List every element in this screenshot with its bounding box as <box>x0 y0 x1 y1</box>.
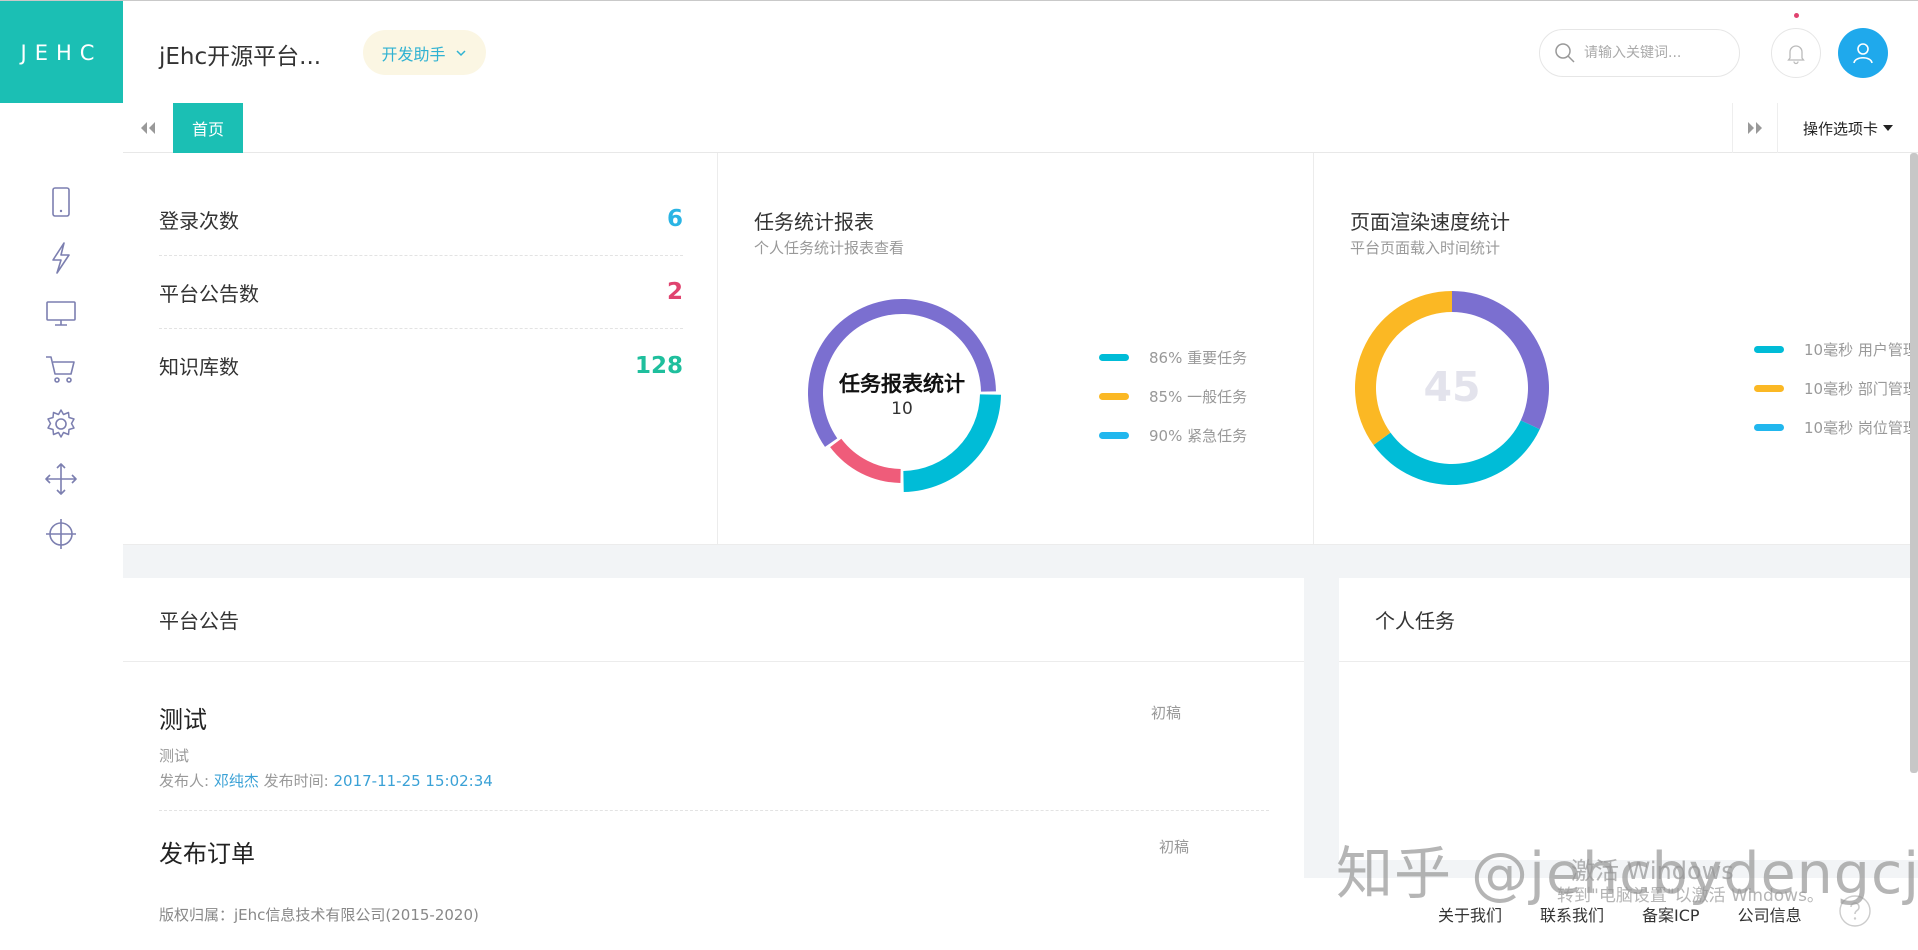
legend-text: 85% 一般任务 <box>1149 388 1248 406</box>
double-chevron-left-icon <box>141 122 155 134</box>
card-title: 任务统计报表 <box>754 210 874 234</box>
cart-icon[interactable] <box>42 350 80 388</box>
copyright-text: 版权归属：jEhc信息技术有限公司(2015-2020) <box>159 906 479 924</box>
legend-swatch <box>1754 385 1784 392</box>
speed-legend: 10毫秒 用户管理 10毫秒 部门管理 10毫秒 岗位管理 <box>1754 330 1918 447</box>
zhihu-watermark: 知乎 @jehcbydengcj <box>1336 841 1918 907</box>
notice-meta: 发布人: 邓纯杰 发布时间: 2017-11-25 15:02:34 <box>159 770 1269 791</box>
metric-label: 登录次数 <box>159 208 239 233</box>
crosshair-icon[interactable] <box>42 515 80 553</box>
search-input[interactable] <box>1584 45 1734 61</box>
metric-row: 知识库数 128 <box>159 329 683 402</box>
tab-home[interactable]: 首页 <box>173 103 243 153</box>
legend-text: 10毫秒 岗位管理 <box>1804 419 1918 437</box>
time-label: 发布时间: <box>263 772 329 790</box>
move-icon[interactable] <box>42 460 80 498</box>
gear-icon[interactable] <box>42 405 80 443</box>
legend-text: 90% 紧急任务 <box>1149 427 1248 445</box>
tab-bar: 首页 操作选项卡 <box>123 103 1918 153</box>
dev-helper-button[interactable]: 开发助手 <box>363 30 486 75</box>
legend-item: 90% 紧急任务 <box>1099 416 1247 455</box>
caret-down-icon <box>1883 125 1893 131</box>
user-icon <box>1853 43 1873 64</box>
publish-time: 2017-11-25 15:02:34 <box>333 772 493 790</box>
tab-operations-dropdown[interactable]: 操作选项卡 <box>1778 103 1918 153</box>
top-header: JEHC jEhc开源平台... 开发助手 <box>0 0 1918 104</box>
chevron-down-icon <box>455 49 466 56</box>
donut-center-value: 10 <box>891 399 913 419</box>
page-scrollbar[interactable] <box>1910 153 1918 773</box>
legend-swatch <box>1754 346 1784 353</box>
dev-helper-label: 开发助手 <box>381 44 446 64</box>
notice-desc: 测试 <box>159 747 190 765</box>
notice-status: 初稿 <box>1151 704 1182 722</box>
metric-row: 平台公告数 2 <box>159 256 683 329</box>
task-legend: 86% 重要任务 85% 一般任务 90% 紧急任务 <box>1099 338 1247 455</box>
notice-item[interactable]: 测试 测试 发布人: 邓纯杰 发布时间: 2017-11-25 15:02:34 <box>159 700 1269 791</box>
tablet-icon[interactable] <box>42 183 80 221</box>
stats-row: 登录次数 6 平台公告数 2 知识库数 128 任务统计报表 个人任务统计报表查… <box>123 153 1918 545</box>
donut-slice[interactable] <box>1373 420 1540 485</box>
legend-text: 10毫秒 部门管理 <box>1804 380 1918 398</box>
bell-icon <box>1787 45 1805 65</box>
card-subtitle: 个人任务统计报表查看 <box>754 239 905 257</box>
tab-operations-label: 操作选项卡 <box>1802 119 1878 138</box>
notice-title[interactable]: 发布订单 <box>159 834 1269 869</box>
notice-item[interactable]: 发布订单 <box>159 834 1269 869</box>
app-logo[interactable]: JEHC <box>0 1 123 104</box>
metrics-card: 登录次数 6 平台公告数 2 知识库数 128 <box>123 153 718 545</box>
legend-item: 85% 一般任务 <box>1099 377 1247 416</box>
publisher-name[interactable]: 邓纯杰 <box>214 772 259 790</box>
donut-center-label: 任务报表统计 <box>839 372 965 396</box>
metric-label: 知识库数 <box>159 355 239 379</box>
donut-slice[interactable] <box>830 438 901 483</box>
legend-item: 10毫秒 部门管理 <box>1754 369 1918 408</box>
monitor-icon[interactable] <box>42 294 80 332</box>
metric-label: 平台公告数 <box>159 281 259 306</box>
legend-swatch <box>1099 432 1129 439</box>
sidebar <box>0 103 123 950</box>
double-chevron-right-icon <box>1748 122 1762 134</box>
user-avatar-button[interactable] <box>1838 28 1888 78</box>
card-subtitle: 平台页面载入时间统计 <box>1350 239 1501 257</box>
donut-center-value: 45 <box>1423 363 1481 411</box>
legend-item: 10毫秒 岗位管理 <box>1754 408 1918 447</box>
notice-panel: 平台公告 测试 测试 发布人: 邓纯杰 发布时间: 2017-11-25 15:… <box>123 578 1304 878</box>
search-box[interactable] <box>1539 29 1740 77</box>
lightning-icon[interactable] <box>42 239 80 277</box>
legend-swatch <box>1099 393 1129 400</box>
panel-title: 平台公告 <box>123 578 1304 662</box>
legend-text: 10毫秒 用户管理 <box>1804 341 1918 359</box>
notice-status: 初稿 <box>1159 838 1190 856</box>
metric-value[interactable]: 6 <box>667 206 683 232</box>
notification-dot <box>1794 13 1799 18</box>
tab-scroll-right-button[interactable] <box>1732 103 1778 153</box>
legend-text: 86% 重要任务 <box>1149 349 1248 367</box>
metric-row: 登录次数 6 <box>159 183 683 256</box>
card-title: 页面渲染速度统计 <box>1350 210 1510 234</box>
app-title: jEhc开源平台... <box>159 44 322 70</box>
legend-swatch <box>1754 424 1784 431</box>
search-icon <box>1555 43 1575 63</box>
render-speed-card: 页面渲染速度统计 平台页面载入时间统计 45 10毫秒 用户管理 10毫秒 部门… <box>1314 153 1918 545</box>
legend-item: 86% 重要任务 <box>1099 338 1247 377</box>
tab-scroll-left-button[interactable] <box>123 103 173 153</box>
divider <box>159 810 1269 811</box>
publisher-label: 发布人: <box>159 772 210 790</box>
personal-tasks-panel: 个人任务 <box>1339 578 1918 860</box>
metric-value[interactable]: 128 <box>635 353 683 379</box>
legend-item: 10毫秒 用户管理 <box>1754 330 1918 369</box>
metric-value[interactable]: 2 <box>667 279 683 305</box>
notice-title[interactable]: 测试 <box>159 700 1269 735</box>
panel-title: 个人任务 <box>1339 578 1918 662</box>
notification-button[interactable] <box>1771 28 1821 78</box>
task-report-card: 任务统计报表 个人任务统计报表查看 任务报表统计 10 86% 重要任务 85%… <box>718 153 1314 545</box>
legend-swatch <box>1099 354 1129 361</box>
